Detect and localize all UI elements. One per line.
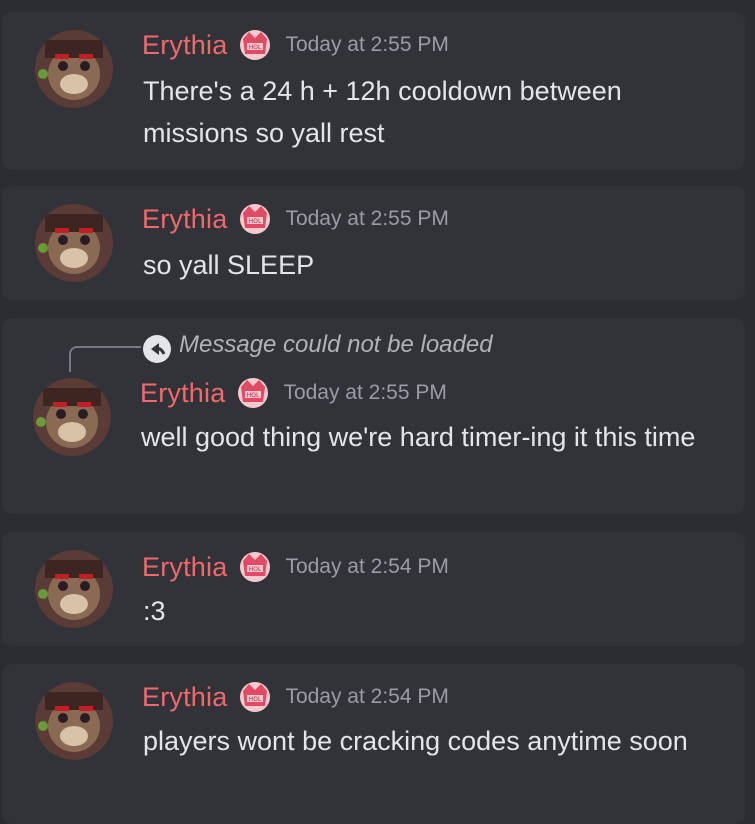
guild-tag-badge-icon[interactable]: HOL <box>235 376 271 410</box>
message-content: so yall SLEEP <box>143 250 315 280</box>
message-timestamp[interactable]: Today at 2:55 PM <box>285 33 448 57</box>
message-card[interactable]: Erythia HOL Today at 2:54 PM :3 <box>2 532 745 646</box>
reply-preview-text[interactable]: Message could not be loaded <box>179 331 493 359</box>
message-content: :3 <box>143 596 166 626</box>
message-content: well good thing we're hard timer-ing it … <box>141 422 696 452</box>
message-author[interactable]: Erythia <box>142 204 227 235</box>
avatar[interactable] <box>35 30 113 108</box>
avatar[interactable] <box>35 550 113 628</box>
reply-arrow-icon <box>143 335 171 363</box>
avatar[interactable] <box>35 204 113 282</box>
message-timestamp[interactable]: Today at 2:55 PM <box>285 207 448 231</box>
avatar[interactable] <box>35 682 113 760</box>
guild-tag-badge-icon[interactable]: HOL <box>237 680 273 714</box>
message-author[interactable]: Erythia <box>140 378 225 409</box>
reply-connector <box>69 346 141 372</box>
message-author[interactable]: Erythia <box>142 552 227 583</box>
guild-tag-badge-icon[interactable]: HOL <box>237 28 273 62</box>
message-card[interactable]: Erythia HOL Today at 2:55 PM There's a 2… <box>2 12 745 170</box>
message-card[interactable]: Erythia HOL Today at 2:54 PM players won… <box>2 664 745 824</box>
svg-text:HOL: HOL <box>249 218 262 225</box>
message-timestamp[interactable]: Today at 2:54 PM <box>285 685 448 709</box>
svg-text:HOL: HOL <box>247 392 260 399</box>
guild-tag-badge-icon[interactable]: HOL <box>237 202 273 236</box>
svg-text:HOL: HOL <box>249 696 262 703</box>
message-content: There's a 24 h + 12h cooldown between mi… <box>143 76 622 148</box>
svg-text:HOL: HOL <box>249 44 262 51</box>
svg-text:HOL: HOL <box>249 566 262 573</box>
message-card[interactable]: Erythia HOL Today at 2:55 PM so yall SLE… <box>2 186 745 300</box>
avatar[interactable] <box>33 378 111 456</box>
message-content: players wont be cracking codes anytime s… <box>143 726 688 756</box>
guild-tag-badge-icon[interactable]: HOL <box>237 550 273 584</box>
message-author[interactable]: Erythia <box>142 682 227 713</box>
message-timestamp[interactable]: Today at 2:54 PM <box>285 555 448 579</box>
message-timestamp[interactable]: Today at 2:55 PM <box>283 381 446 405</box>
message-author[interactable]: Erythia <box>142 30 227 61</box>
